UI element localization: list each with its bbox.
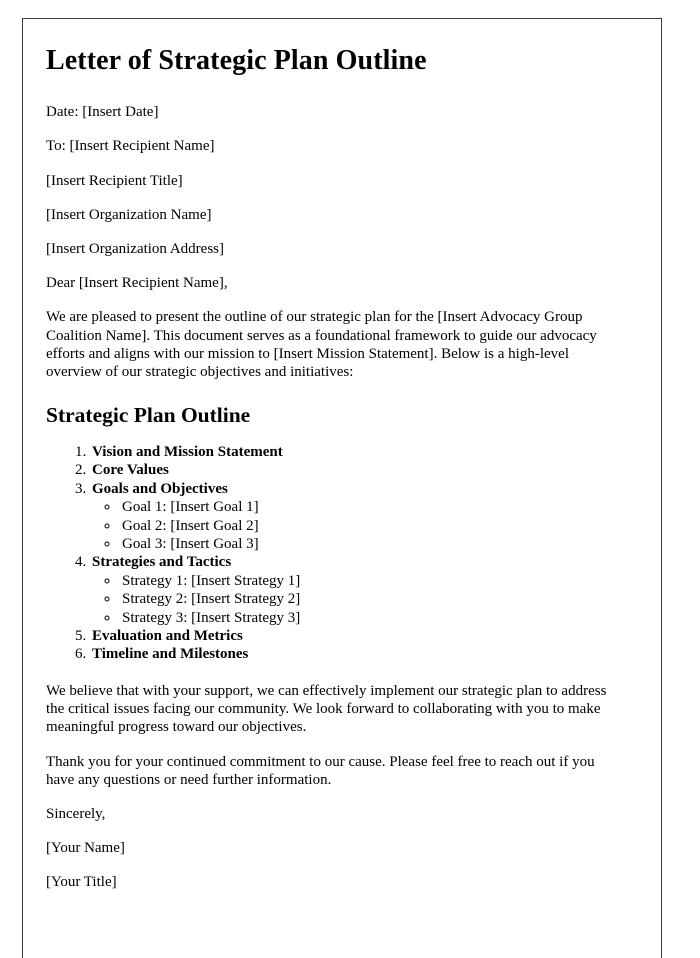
outline-heading: Strategic Plan Outline <box>46 403 251 428</box>
salutation: Dear [Insert Recipient Name], <box>46 275 228 292</box>
outline-subitem: Goal 1: [Insert Goal 1] <box>120 498 639 516</box>
outline-item-label: Vision and Mission Statement <box>92 444 283 461</box>
outline-subitem: Goal 3: [Insert Goal 3] <box>120 535 639 553</box>
outline-item-label: Goals and Objectives <box>92 480 228 497</box>
signature-name: [Your Name] <box>46 840 125 857</box>
outline-item-label: Strategies and Tactics <box>92 554 232 571</box>
outline-item-label: Evaluation and Metrics <box>92 628 243 645</box>
closing-paragraph-2: Thank you for your continued commitment … <box>46 753 595 788</box>
outline-item: Goals and ObjectivesGoal 1: [Insert Goal… <box>90 480 639 554</box>
outline-item-label: Timeline and Milestones <box>92 646 249 663</box>
page-title: Letter of Strategic Plan Outline <box>46 45 427 76</box>
document-page: Letter of Strategic Plan Outline Date: [… <box>22 18 662 958</box>
organization-address-line: [Insert Organization Address] <box>46 241 225 257</box>
outline-subitem: Strategy 1: [Insert Strategy 1] <box>120 572 639 590</box>
outline-subitem-list: Strategy 1: [Insert Strategy 1]Strategy … <box>92 572 639 627</box>
outline-item-label: Core Values <box>92 462 169 479</box>
date-line: Date: [Insert Date] <box>46 104 159 121</box>
signoff: Sincerely, <box>46 805 106 822</box>
recipient-title-line: [Insert Recipient Title] <box>46 172 183 189</box>
closing-paragraph-1: We believe that with your support, we ca… <box>46 682 607 736</box>
intro-paragraph: We are pleased to present the outline of… <box>46 309 597 381</box>
outline-subitem: Strategy 3: [Insert Strategy 3] <box>120 609 639 627</box>
organization-name-line: [Insert Organization Name] <box>46 206 212 223</box>
outline-subitem: Goal 2: [Insert Goal 2] <box>120 517 639 535</box>
outline-item: Timeline and Milestones <box>90 645 639 663</box>
recipient-name-line: To: [Insert Recipient Name] <box>46 138 215 155</box>
outline-item: Vision and Mission Statement <box>90 443 639 461</box>
outline-subitem-list: Goal 1: [Insert Goal 1]Goal 2: [Insert G… <box>92 498 639 553</box>
document-body: Letter of Strategic Plan Outline Date: [… <box>23 19 661 892</box>
signature-title: [Your Title] <box>46 874 117 891</box>
outline-subitem: Strategy 2: [Insert Strategy 2] <box>120 590 639 608</box>
outline-item: Core Values <box>90 461 639 479</box>
outline-item: Evaluation and Metrics <box>90 627 639 645</box>
outline-item: Strategies and TacticsStrategy 1: [Inser… <box>90 553 639 627</box>
closing-block: We believe that with your support, we ca… <box>46 682 639 789</box>
strategic-plan-outline-list: Vision and Mission StatementCore ValuesG… <box>46 443 639 664</box>
letter-header-fields: Date: [Insert Date] To: [Insert Recipien… <box>46 103 639 258</box>
